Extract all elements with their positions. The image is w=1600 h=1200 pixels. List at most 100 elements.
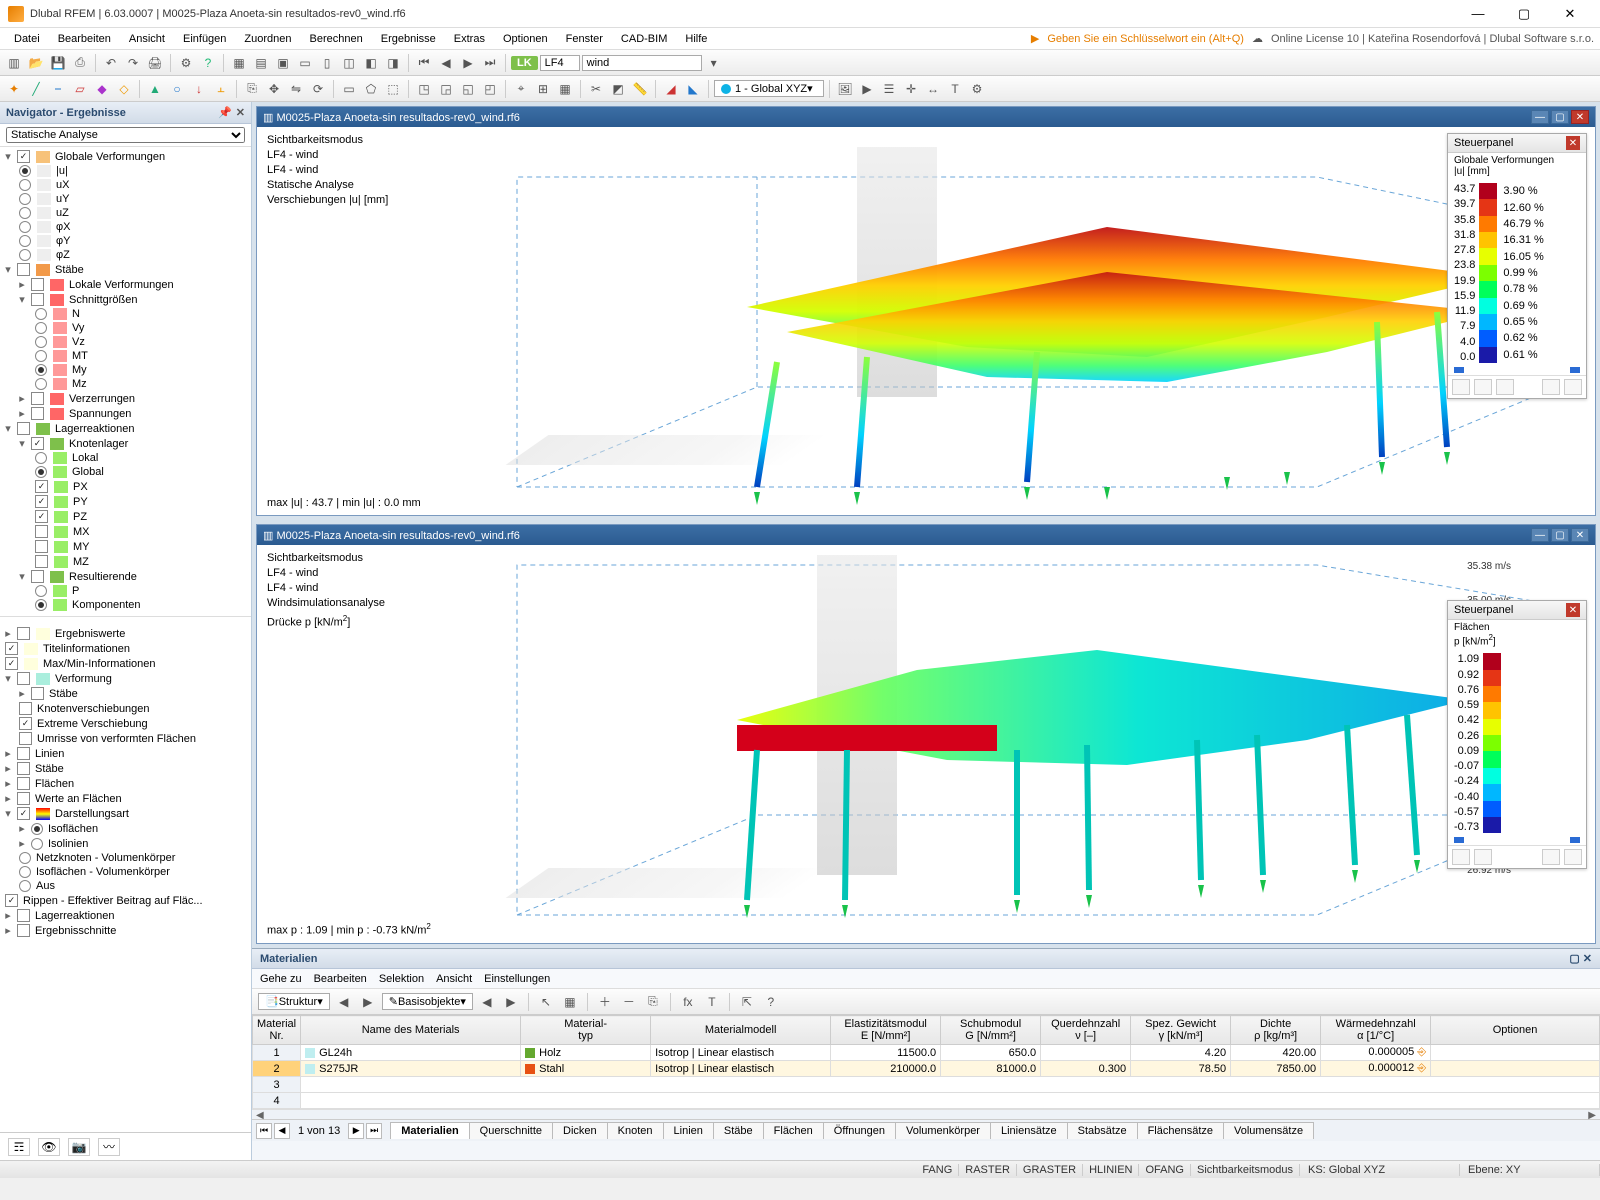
- tab-first-icon[interactable]: ⏮: [256, 1123, 272, 1139]
- clip-icon[interactable]: ◩: [608, 79, 628, 99]
- saveas-icon[interactable]: ⎙: [70, 53, 90, 73]
- lineload-icon[interactable]: ⫠: [211, 79, 231, 99]
- view4-icon[interactable]: ◧: [361, 53, 381, 73]
- cfg-icon[interactable]: ⚙: [967, 79, 987, 99]
- move-icon[interactable]: ✥: [264, 79, 284, 99]
- snap-icon[interactable]: ⌖: [511, 79, 531, 99]
- undo-icon[interactable]: ↶: [101, 53, 121, 73]
- mat-prev2-icon[interactable]: ◀: [477, 992, 497, 1012]
- sel-rect-icon[interactable]: ▭: [339, 79, 359, 99]
- tab-linien[interactable]: Linien: [663, 1122, 714, 1139]
- view1-max-button[interactable]: ▢: [1551, 110, 1569, 124]
- panel1-btn1[interactable]: [1452, 379, 1470, 395]
- grid2-icon[interactable]: ▤: [251, 53, 271, 73]
- navigator-tree[interactable]: ▾Globale Verformungen |u| uX uY uZ φX φY…: [0, 147, 251, 1132]
- panel2-close-icon[interactable]: ✕: [1566, 603, 1580, 617]
- menu-zuordnen[interactable]: Zuordnen: [236, 31, 299, 47]
- menu-cad-bim[interactable]: CAD-BIM: [613, 31, 675, 47]
- menu-einfuegen[interactable]: Einfügen: [175, 31, 234, 47]
- matmenu-ansicht[interactable]: Ansicht: [436, 973, 472, 985]
- support-icon[interactable]: ▲: [145, 79, 165, 99]
- results-icon[interactable]: ◢: [661, 79, 681, 99]
- panel2-btn4[interactable]: [1564, 849, 1582, 865]
- diagram-icon[interactable]: ◣: [683, 79, 703, 99]
- view2-control-panel[interactable]: Steuerpanel✕ Flächenp [kN/m2] 1.090.920.…: [1447, 600, 1587, 869]
- help-icon[interactable]: ?: [198, 53, 218, 73]
- tab-materialien[interactable]: Materialien: [390, 1122, 469, 1139]
- copy-icon[interactable]: ⎘: [242, 79, 262, 99]
- mat-export-icon[interactable]: ⇱: [737, 992, 757, 1012]
- menu-berechnen[interactable]: Berechnen: [302, 31, 371, 47]
- mat-close-icon[interactable]: ✕: [1583, 953, 1592, 965]
- nav-first-icon[interactable]: ⏮: [414, 53, 434, 73]
- nav-foot-chart-icon[interactable]: 〰: [98, 1138, 120, 1156]
- panel2-btn2[interactable]: [1474, 849, 1492, 865]
- anim-icon[interactable]: ▶: [857, 79, 877, 99]
- keyword-search-hint[interactable]: Geben Sie ein Schlüsselwort ein (Alt+Q): [1047, 33, 1244, 45]
- coord-system-select[interactable]: 1 - Global XYZ ▾: [714, 80, 824, 97]
- sel-all-icon[interactable]: ⬚: [383, 79, 403, 99]
- mat-add-icon[interactable]: ＋: [595, 992, 615, 1012]
- view5-icon[interactable]: ◨: [383, 53, 403, 73]
- tab-knoten[interactable]: Knoten: [607, 1122, 664, 1139]
- loadcase-name[interactable]: wind: [582, 55, 702, 71]
- tab-volumen[interactable]: Volumenkörper: [895, 1122, 991, 1139]
- status-fang[interactable]: FANG: [916, 1164, 959, 1176]
- view2-close-button[interactable]: ✕: [1571, 528, 1589, 542]
- txt-icon[interactable]: T: [945, 79, 965, 99]
- minimize-button[interactable]: —: [1456, 3, 1500, 25]
- nav-foot-tree-icon[interactable]: ☶: [8, 1138, 30, 1156]
- nav-last-icon[interactable]: ⏭: [480, 53, 500, 73]
- tab-querschnitte[interactable]: Querschnitte: [469, 1122, 553, 1139]
- panel2-btn1[interactable]: [1452, 849, 1470, 865]
- node-icon[interactable]: ✦: [4, 79, 24, 99]
- mat-fx-icon[interactable]: fx: [678, 992, 698, 1012]
- menu-ansicht[interactable]: Ansicht: [121, 31, 173, 47]
- tab-stabsaetze[interactable]: Stabsätze: [1067, 1122, 1138, 1139]
- view2-3d-viewport[interactable]: SichtbarkeitsmodusLF4 - windLF4 - windWi…: [257, 545, 1595, 943]
- status-ofang[interactable]: OFANG: [1139, 1164, 1191, 1176]
- mirror-icon[interactable]: ⇋: [286, 79, 306, 99]
- nav-next-icon[interactable]: ▶: [458, 53, 478, 73]
- matmenu-bearbeiten[interactable]: Bearbeiten: [314, 973, 367, 985]
- mat-next-icon[interactable]: ▶: [358, 992, 378, 1012]
- panel1-btn3[interactable]: [1496, 379, 1514, 395]
- tab-dicken[interactable]: Dicken: [552, 1122, 608, 1139]
- tab-prev-icon[interactable]: ◀: [274, 1123, 290, 1139]
- open-icon[interactable]: 📂: [26, 53, 46, 73]
- axes-icon[interactable]: ✛: [901, 79, 921, 99]
- close-button[interactable]: ✕: [1548, 3, 1592, 25]
- mat-copy-icon[interactable]: ⎘: [643, 992, 663, 1012]
- view3-icon[interactable]: ◫: [339, 53, 359, 73]
- img-icon[interactable]: 🖼: [835, 79, 855, 99]
- menu-optionen[interactable]: Optionen: [495, 31, 556, 47]
- mat-del-icon[interactable]: －: [619, 992, 639, 1012]
- mat-cursor-icon[interactable]: ↖: [536, 992, 556, 1012]
- print-icon[interactable]: 🖨: [145, 53, 165, 73]
- panel1-btn4[interactable]: [1542, 379, 1560, 395]
- panel1-btn5[interactable]: [1564, 379, 1582, 395]
- maximize-button[interactable]: ▢: [1502, 3, 1546, 25]
- shade-icon[interactable]: ◰: [480, 79, 500, 99]
- layers-icon[interactable]: ☰: [879, 79, 899, 99]
- surface-icon[interactable]: ▱: [70, 79, 90, 99]
- menu-bearbeiten[interactable]: Bearbeiten: [50, 31, 119, 47]
- tab-volumensaetze[interactable]: Volumensätze: [1223, 1122, 1314, 1139]
- panel1-btn2[interactable]: [1474, 379, 1492, 395]
- mat-next2-icon[interactable]: ▶: [501, 992, 521, 1012]
- tab-oeffnungen[interactable]: Öffnungen: [823, 1122, 896, 1139]
- mat-prev-icon[interactable]: ◀: [334, 992, 354, 1012]
- panel2-btn3[interactable]: [1542, 849, 1560, 865]
- rotate-icon[interactable]: ⟳: [308, 79, 328, 99]
- materials-table[interactable]: Material Nr. Name des Materials Material…: [252, 1015, 1600, 1109]
- sel-poly-icon[interactable]: ⬠: [361, 79, 381, 99]
- matmenu-gehezu[interactable]: Gehe zu: [260, 973, 302, 985]
- mat-txt-icon[interactable]: T: [702, 992, 722, 1012]
- mat-sel-basis[interactable]: ✎ Basisobjekte ▾: [382, 993, 473, 1010]
- nav-foot-cam-icon[interactable]: 📷: [68, 1138, 90, 1156]
- grid-icon[interactable]: ▦: [229, 53, 249, 73]
- redo-icon[interactable]: ↷: [123, 53, 143, 73]
- menu-datei[interactable]: Datei: [6, 31, 48, 47]
- matmenu-einst[interactable]: Einstellungen: [484, 973, 550, 985]
- view2-min-button[interactable]: —: [1531, 528, 1549, 542]
